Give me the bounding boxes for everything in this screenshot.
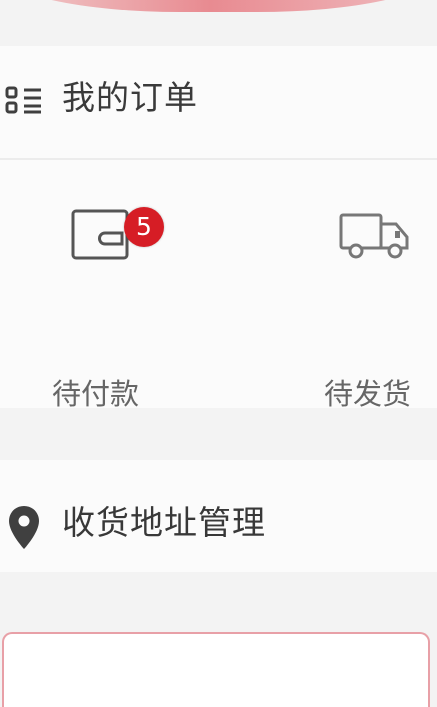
address-management-row[interactable]: 收货地址管理 xyxy=(0,460,437,572)
wallet-icon xyxy=(70,205,130,263)
pending-payment-count-badge: 5 xyxy=(124,207,164,247)
order-status-pending-payment[interactable]: 5 待付款 xyxy=(0,158,200,411)
top-banner xyxy=(0,0,437,12)
order-status-pending-shipment[interactable]: 待发货 xyxy=(300,158,437,411)
address-management-label: 收货地址管理 xyxy=(62,503,266,542)
list-icon xyxy=(5,85,43,115)
my-orders-card: 我的订单 5 待付款 待发货 xyxy=(0,46,437,411)
pending-payment-label: 待付款 xyxy=(52,377,140,411)
location-pin-icon xyxy=(7,504,41,552)
my-orders-header[interactable]: 我的订单 xyxy=(0,46,437,160)
pending-shipment-label: 待发货 xyxy=(324,377,412,411)
bottom-card-partial xyxy=(2,632,430,707)
my-orders-title: 我的订单 xyxy=(62,78,198,117)
truck-icon xyxy=(338,208,410,262)
profile-page: 我的订单 5 待付款 待发货 收货地址管理 xyxy=(0,0,437,707)
